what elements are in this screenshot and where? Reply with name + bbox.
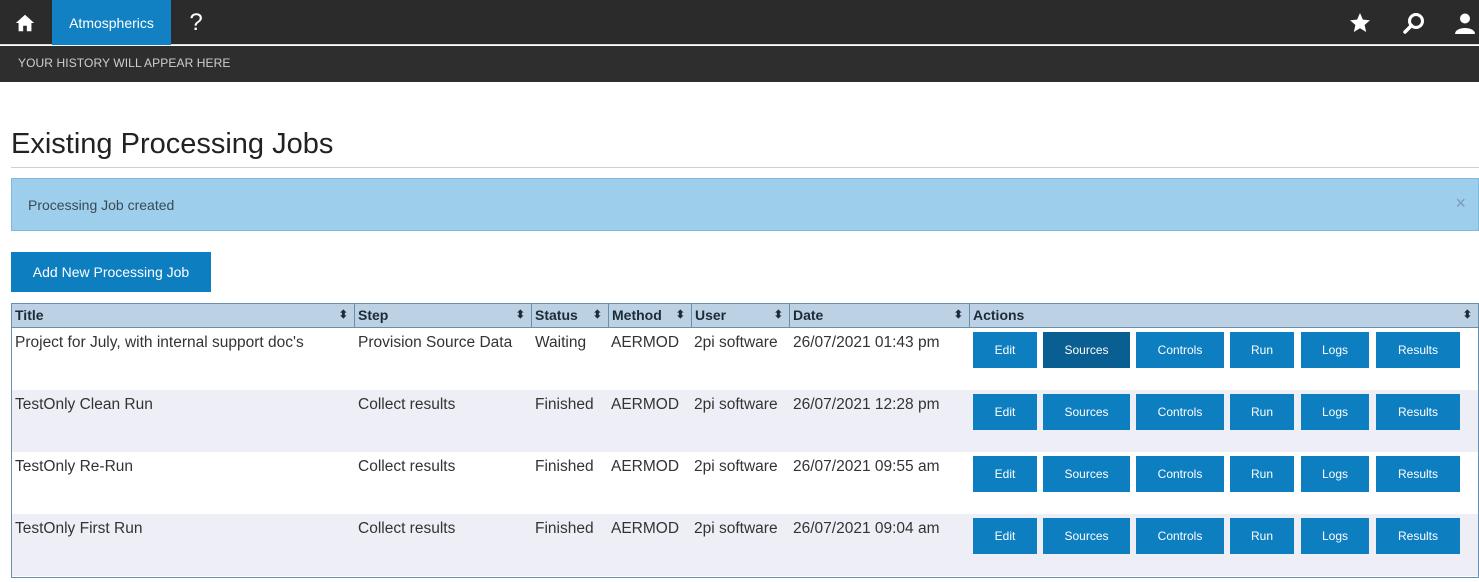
search-icon <box>1403 12 1424 34</box>
column-header-date[interactable]: Date ⬍ <box>790 304 970 327</box>
sources-button[interactable]: Sources <box>1043 394 1130 430</box>
cell-status: Finished <box>535 458 594 475</box>
logs-button[interactable]: Logs <box>1301 456 1369 492</box>
edit-button[interactable]: Edit <box>973 332 1037 368</box>
search-button[interactable] <box>1394 0 1434 45</box>
header-label: Method <box>612 307 662 323</box>
cell-date: 26/07/2021 09:04 am <box>793 520 940 537</box>
success-alert: Processing Job created × <box>11 178 1479 231</box>
add-processing-job-button[interactable]: Add New Processing Job <box>11 252 211 292</box>
header-label: User <box>695 307 727 323</box>
cell-status: Finished <box>535 520 594 537</box>
results-button[interactable]: Results <box>1376 332 1460 368</box>
run-button[interactable]: Run <box>1230 394 1294 430</box>
user-icon <box>1455 13 1475 34</box>
column-header-step[interactable]: Step ⬍ <box>355 304 532 327</box>
table-row: TestOnly Clean Run Collect results Finis… <box>12 390 1478 452</box>
close-icon[interactable]: × <box>1455 193 1466 214</box>
cell-step: Provision Source Data <box>358 334 513 351</box>
sort-icon: ⬍ <box>953 309 963 321</box>
sort-icon: ⬍ <box>338 309 348 321</box>
cell-status: Waiting <box>535 334 587 351</box>
cell-status: Finished <box>535 396 594 413</box>
sources-button[interactable]: Sources <box>1043 518 1130 554</box>
home-icon <box>15 14 35 31</box>
edit-button[interactable]: Edit <box>973 456 1037 492</box>
sources-button[interactable]: Sources <box>1043 332 1130 368</box>
cell-step: Collect results <box>358 520 456 537</box>
cell-title: Project for July, with internal support … <box>15 334 304 351</box>
tab-atmospherics[interactable]: Atmospherics <box>52 0 171 45</box>
user-menu-button[interactable] <box>1445 0 1479 45</box>
cell-user: 2pi software <box>694 334 778 351</box>
history-bar: YOUR HISTORY WILL APPEAR HERE <box>0 46 1479 82</box>
column-header-user[interactable]: User ⬍ <box>692 304 790 327</box>
sort-icon: ⬍ <box>515 309 525 321</box>
star-icon <box>1350 12 1370 32</box>
cell-date: 26/07/2021 09:55 am <box>793 458 940 475</box>
header-label: Actions <box>973 307 1025 323</box>
cell-user: 2pi software <box>694 458 778 475</box>
results-button[interactable]: Results <box>1376 394 1460 430</box>
cell-date: 26/07/2021 01:43 pm <box>793 334 940 351</box>
column-header-method[interactable]: Method ⬍ <box>609 304 692 327</box>
favorites-button[interactable] <box>1340 0 1380 45</box>
controls-button[interactable]: Controls <box>1136 518 1224 554</box>
alert-message: Processing Job created <box>28 197 175 213</box>
logs-button[interactable]: Logs <box>1301 394 1369 430</box>
title-divider <box>11 167 1479 168</box>
cell-title: TestOnly Re-Run <box>15 458 134 475</box>
sort-icon: ⬍ <box>675 309 685 321</box>
cell-title: TestOnly Clean Run <box>15 396 153 413</box>
jobs-table: Title ⬍ Step ⬍ Status ⬍ Method ⬍ User ⬍ Date ⬍… <box>11 303 1479 578</box>
cell-user: 2pi software <box>694 520 778 537</box>
controls-button[interactable]: Controls <box>1136 332 1224 368</box>
run-button[interactable]: Run <box>1230 332 1294 368</box>
edit-button[interactable]: Edit <box>973 394 1037 430</box>
cell-method: AERMOD <box>611 458 680 475</box>
column-header-title[interactable]: Title ⬍ <box>12 304 355 327</box>
run-button[interactable]: Run <box>1230 456 1294 492</box>
logs-button[interactable]: Logs <box>1301 518 1369 554</box>
header-label: Status <box>535 307 578 323</box>
table-row: TestOnly Re-Run Collect results Finished… <box>12 452 1478 514</box>
cell-title: TestOnly First Run <box>15 520 143 537</box>
table-row: Project for July, with internal support … <box>12 328 1478 390</box>
cell-method: AERMOD <box>611 334 680 351</box>
header-label: Date <box>793 307 824 323</box>
logs-button[interactable]: Logs <box>1301 332 1369 368</box>
table-header: Title ⬍ Step ⬍ Status ⬍ Method ⬍ User ⬍ Date ⬍… <box>12 304 1478 328</box>
top-navbar: Atmospherics ? <box>0 0 1479 45</box>
results-button[interactable]: Results <box>1376 456 1460 492</box>
column-header-actions[interactable]: Actions ⬍ <box>970 304 1478 327</box>
controls-button[interactable]: Controls <box>1136 394 1224 430</box>
header-label: Title <box>15 307 44 323</box>
cell-method: AERMOD <box>611 520 680 537</box>
table-row: TestOnly First Run Collect results Finis… <box>12 514 1478 576</box>
help-button[interactable]: ? <box>178 0 214 45</box>
history-text: YOUR HISTORY WILL APPEAR HERE <box>18 56 231 70</box>
edit-button[interactable]: Edit <box>973 518 1037 554</box>
run-button[interactable]: Run <box>1230 518 1294 554</box>
column-header-status[interactable]: Status ⬍ <box>532 304 609 327</box>
cell-method: AERMOD <box>611 396 680 413</box>
sort-icon: ⬍ <box>1462 309 1472 321</box>
sources-button[interactable]: Sources <box>1043 456 1130 492</box>
sort-icon: ⬍ <box>773 309 783 321</box>
results-button[interactable]: Results <box>1376 518 1460 554</box>
cell-date: 26/07/2021 12:28 pm <box>793 396 940 413</box>
sort-icon: ⬍ <box>592 309 602 321</box>
cell-step: Collect results <box>358 458 456 475</box>
page-title: Existing Processing Jobs <box>11 128 334 160</box>
cell-user: 2pi software <box>694 396 778 413</box>
home-button[interactable] <box>0 0 50 45</box>
header-label: Step <box>358 307 389 323</box>
controls-button[interactable]: Controls <box>1136 456 1224 492</box>
cell-step: Collect results <box>358 396 456 413</box>
